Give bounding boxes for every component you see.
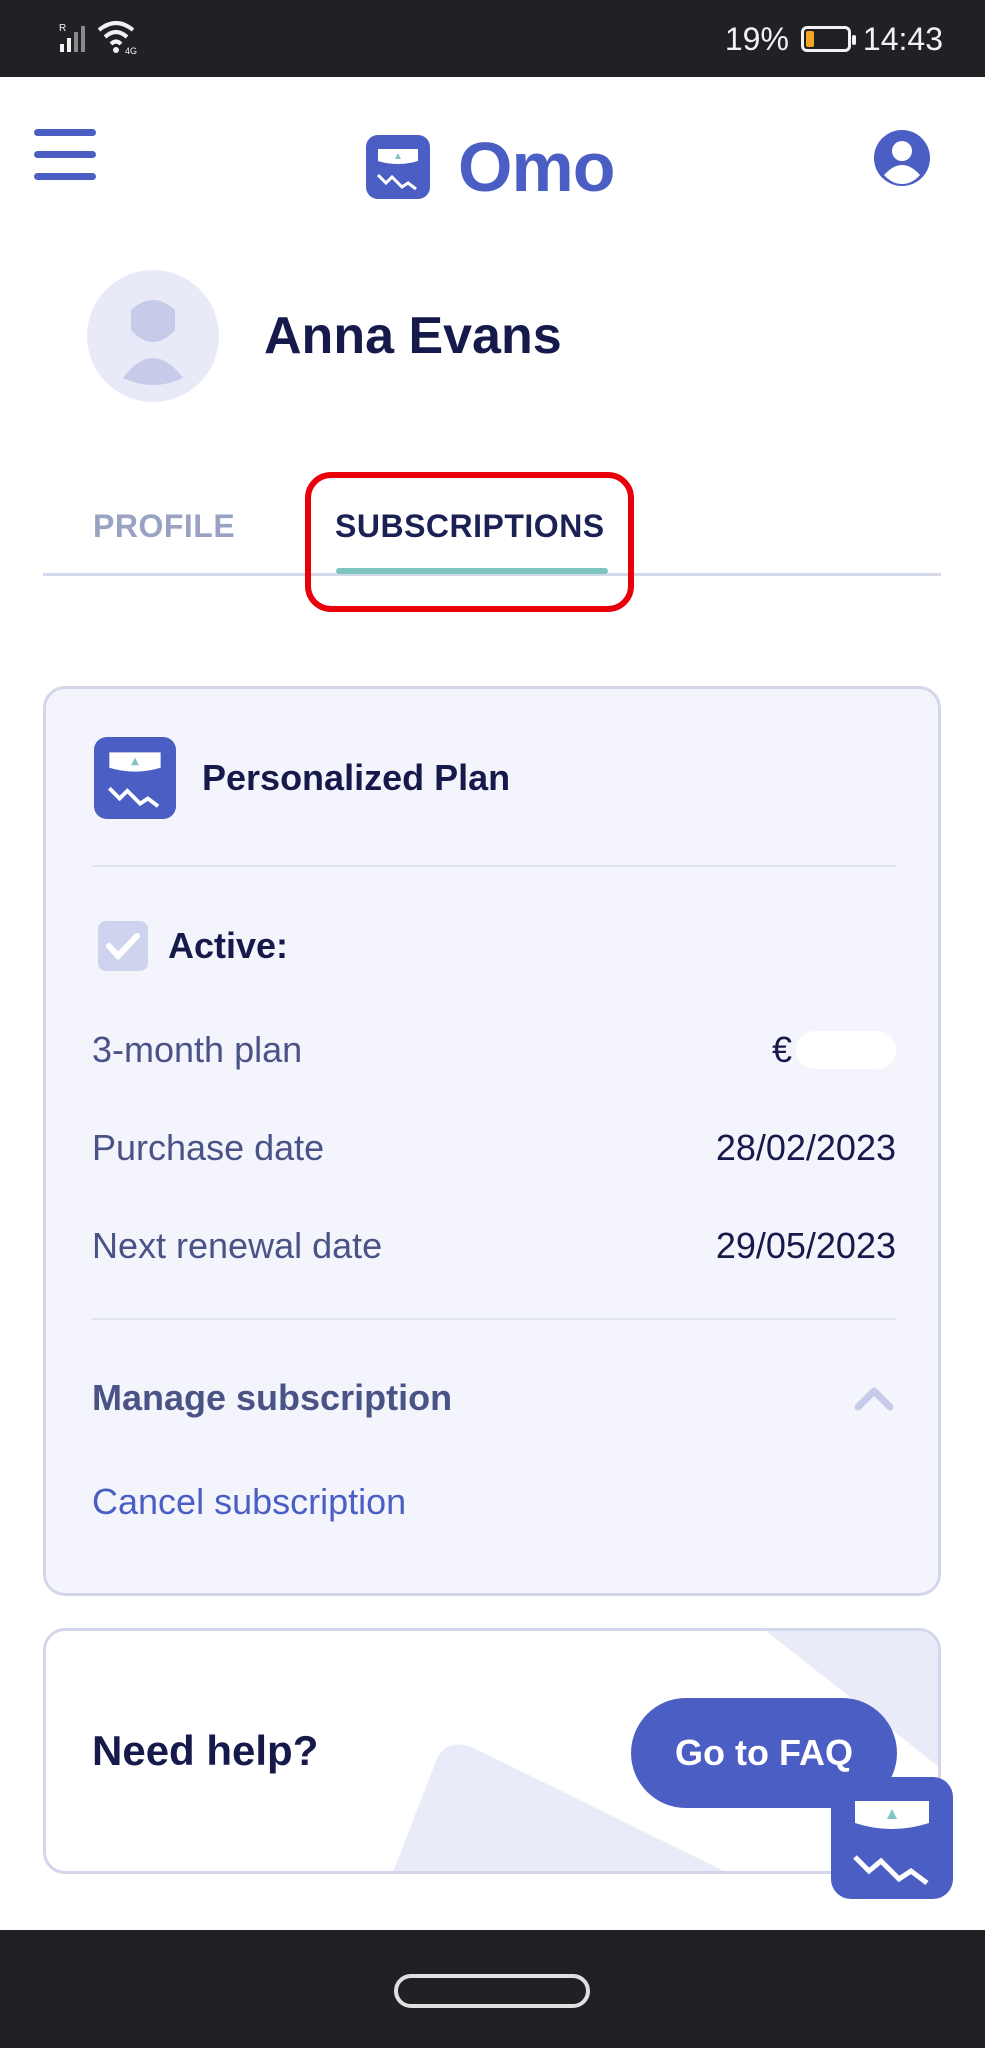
highlight-box [305, 472, 634, 612]
purchase-date-label: Purchase date [92, 1127, 325, 1168]
scale-logo-icon [366, 135, 430, 199]
plan-title: Personalized Plan [202, 757, 511, 798]
plan-header: Personalized Plan [94, 737, 510, 819]
purchase-date-value: 28/02/2023 [715, 1127, 896, 1168]
svg-text:4G: 4G [125, 46, 137, 56]
account-icon[interactable] [873, 129, 931, 187]
user-name: Anna Evans [264, 307, 562, 365]
plan-price-row: 3-month plan € [92, 1029, 896, 1071]
scale-assistant-icon[interactable] [831, 1777, 953, 1899]
tab-profile[interactable]: PROFILE [93, 508, 235, 545]
redacted-amount [796, 1031, 896, 1069]
renewal-date-label: Next renewal date [92, 1225, 383, 1266]
plan-price: € [772, 1029, 896, 1071]
avatar [87, 270, 219, 402]
cancel-subscription-link[interactable]: Cancel subscription [92, 1481, 406, 1523]
help-title: Need help? [92, 1727, 319, 1774]
wifi-icon: 4G [97, 21, 137, 56]
help-card: Need help? Go to FAQ [43, 1628, 941, 1874]
purchase-date-row: Purchase date 28/02/2023 [92, 1127, 896, 1169]
battery-percent: 19% [724, 20, 789, 57]
manage-subscription-toggle[interactable]: Manage subscription [92, 1377, 896, 1419]
chevron-up-icon[interactable] [852, 1383, 896, 1413]
battery-fill [805, 31, 815, 47]
brand-name: Omo [458, 128, 615, 206]
manage-subscription-label: Manage subscription [92, 1377, 453, 1418]
signal-icon: R [59, 23, 85, 52]
status-row: Active: [98, 921, 288, 971]
home-gesture-handle[interactable] [394, 1974, 590, 2008]
check-icon [98, 921, 148, 971]
system-nav-bar [0, 1930, 985, 2048]
menu-icon[interactable] [34, 129, 96, 183]
renewal-date-row: Next renewal date 29/05/2023 [92, 1225, 896, 1267]
plan-duration-label: 3-month plan [92, 1029, 303, 1070]
status-right: 19% 14:43 [725, 18, 943, 60]
subscription-card: Personalized Plan Active: 3-month plan €… [43, 686, 941, 1596]
app-bar: Omo [0, 77, 985, 237]
divider [92, 1318, 896, 1320]
avatar-placeholder-icon [123, 300, 183, 385]
renewal-date-value: 29/05/2023 [715, 1225, 896, 1266]
divider [92, 865, 896, 867]
status-label: Active: [168, 925, 289, 966]
status-bar: R 4G 19% 14:43 [0, 0, 985, 77]
currency-symbol: € [771, 1029, 792, 1070]
user-header: Anna Evans [87, 270, 562, 402]
brand-logo: Omo [366, 127, 615, 207]
clock: 14:43 [862, 20, 943, 57]
svg-text:R: R [59, 23, 66, 34]
battery-icon [800, 26, 856, 52]
scale-plan-icon [94, 737, 176, 819]
